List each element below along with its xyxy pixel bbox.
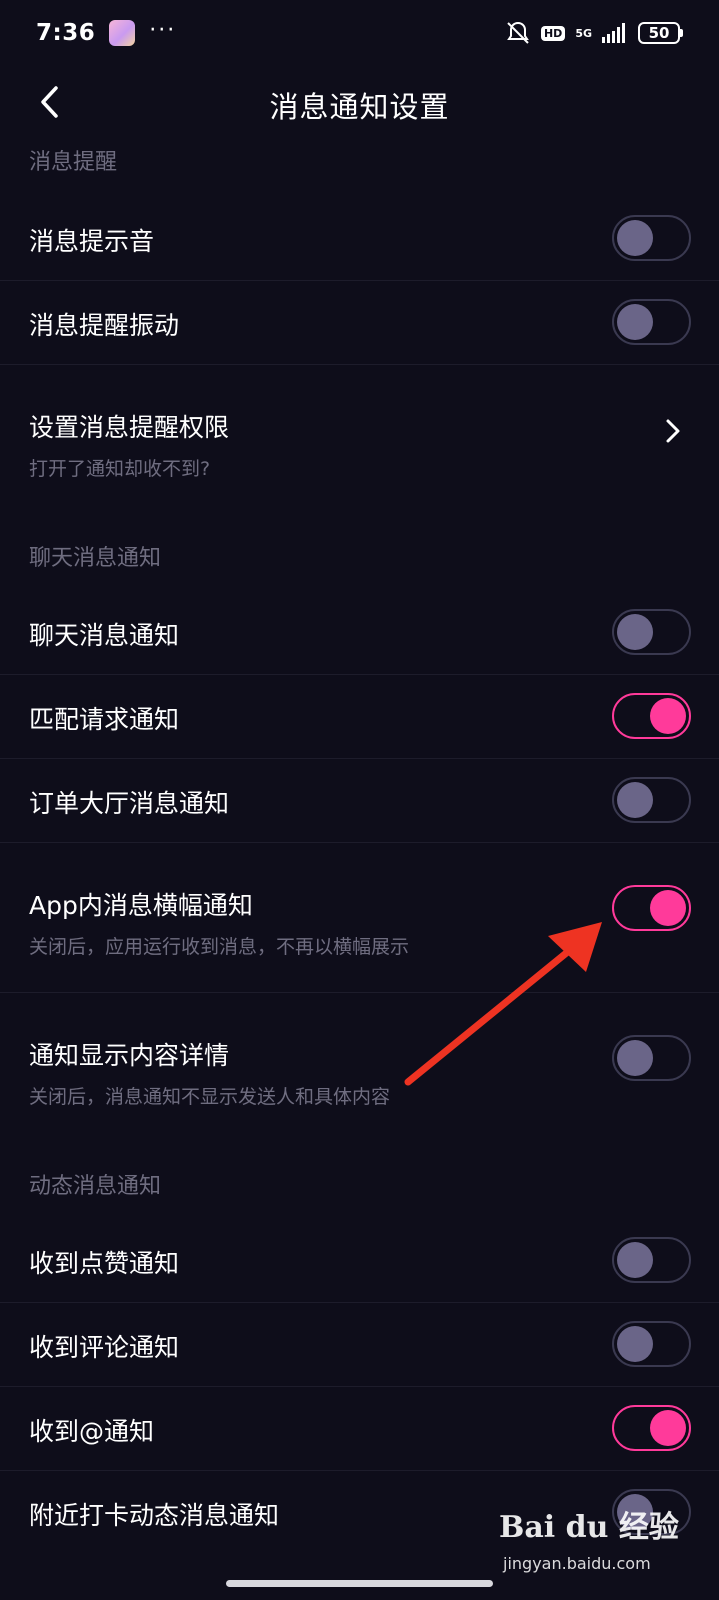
section-header-reminder: 消息提醒 — [29, 150, 118, 175]
app-notification-icon — [109, 20, 136, 46]
chevron-right-icon — [666, 419, 680, 443]
more-notifications-icon: ··· — [149, 17, 177, 43]
toggle-comments[interactable] — [612, 1321, 691, 1367]
toggle-show-details[interactable] — [612, 1035, 691, 1081]
row-nearby-checkin: 附近打卡动态消息通知 — [0, 1470, 719, 1554]
toggle-order-hall[interactable] — [612, 777, 691, 823]
toggle-message-vibrate[interactable] — [612, 299, 691, 345]
toggle-mentions[interactable] — [612, 1405, 691, 1451]
watermark-url: jingyan.baidu.com — [503, 1554, 651, 1573]
nav-bar: 消息通知设置 — [0, 66, 719, 140]
row-likes: 收到点赞通知 — [0, 1218, 719, 1302]
row-message-vibrate: 消息提醒振动 — [0, 280, 719, 364]
row-show-details: 通知显示内容详情 关闭后，消息通知不显示发送人和具体内容 — [0, 992, 719, 1132]
battery-icon: 50 — [638, 22, 683, 44]
hd-badge: HD — [540, 25, 566, 41]
toggle-match-request[interactable] — [612, 693, 691, 739]
section-header-chat: 聊天消息通知 — [29, 546, 162, 571]
row-notification-permission[interactable]: 设置消息提醒权限 打开了通知却收不到? — [0, 364, 719, 494]
row-label: 订单大厅消息通知 — [29, 789, 230, 818]
home-indicator[interactable] — [226, 1580, 493, 1587]
row-sub: 打开了通知却收不到? — [29, 458, 211, 480]
row-label: 设置消息提醒权限 — [29, 413, 230, 442]
toggle-message-sound[interactable] — [612, 215, 691, 261]
mute-bell-icon — [507, 21, 529, 44]
row-label: 消息提示音 — [29, 227, 155, 256]
row-match-request: 匹配请求通知 — [0, 674, 719, 758]
signal-icon — [602, 23, 625, 43]
row-label: App内消息横幅通知 — [29, 891, 253, 920]
row-label: 消息提醒振动 — [29, 311, 180, 340]
toggle-likes[interactable] — [612, 1237, 691, 1283]
row-comments: 收到评论通知 — [0, 1302, 719, 1386]
status-bar: 7:36 ··· HD 5G 50 — [0, 0, 719, 66]
toggle-chat-notify[interactable] — [612, 609, 691, 655]
row-in-app-banner: App内消息横幅通知 关闭后，应用运行收到消息，不再以横幅展示 — [0, 842, 719, 992]
row-label: 收到@通知 — [29, 1417, 155, 1446]
row-sub: 关闭后，消息通知不显示发送人和具体内容 — [29, 1086, 391, 1108]
row-mentions: 收到@通知 — [0, 1386, 719, 1470]
row-label: 收到点赞通知 — [29, 1249, 180, 1278]
page-title: 消息通知设置 — [269, 90, 450, 124]
toggle-in-app-banner[interactable] — [612, 885, 691, 931]
row-label: 聊天消息通知 — [29, 621, 180, 650]
row-label: 通知显示内容详情 — [29, 1041, 230, 1070]
row-label: 附近打卡动态消息通知 — [29, 1501, 280, 1530]
row-order-hall: 订单大厅消息通知 — [0, 758, 719, 842]
row-message-sound: 消息提示音 — [0, 196, 719, 280]
section-header-moments: 动态消息通知 — [29, 1174, 162, 1199]
toggle-nearby-checkin[interactable] — [612, 1489, 691, 1535]
row-sub: 关闭后，应用运行收到消息，不再以横幅展示 — [29, 936, 410, 958]
row-label: 匹配请求通知 — [29, 705, 180, 734]
row-chat-notify: 聊天消息通知 — [0, 590, 719, 674]
status-time: 7:36 — [36, 20, 96, 46]
network-type: 5G — [575, 26, 592, 40]
row-label: 收到评论通知 — [29, 1333, 180, 1362]
battery-level: 50 — [638, 22, 680, 44]
